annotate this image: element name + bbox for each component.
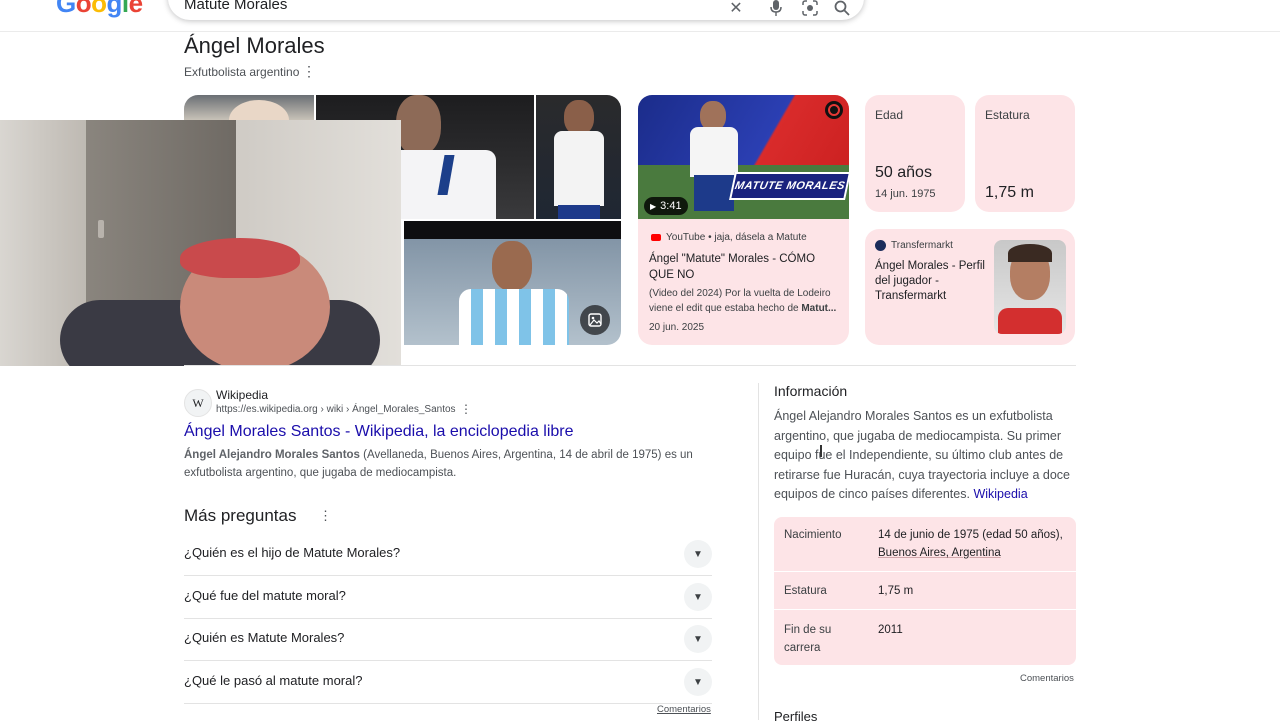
info-value: 14 de junio de 1975 (edad 50 años), <box>878 529 1063 541</box>
info-row-birth: Nacimiento 14 de junio de 1975 (edad 50 … <box>774 517 1076 571</box>
info-feedback-link[interactable]: Comentarios <box>1020 673 1074 684</box>
result-site-name[interactable]: Wikipedia <box>216 388 268 402</box>
google-logo[interactable]: Google <box>56 0 143 19</box>
height-label: Estatura <box>985 108 1030 122</box>
info-heading: Información <box>774 383 848 399</box>
video-title[interactable]: Ángel "Matute" Morales - CÓMO QUE NO <box>649 251 829 283</box>
paa-question-4[interactable]: ¿Qué le pasó al matute moral? ▼ <box>184 661 712 704</box>
image-tile-3[interactable] <box>536 95 621 219</box>
top-bar: Google Matute Morales ✕ <box>0 0 1280 32</box>
chevron-down-icon[interactable]: ▼ <box>684 540 712 568</box>
age-label: Edad <box>875 108 904 122</box>
image-gallery-icon[interactable] <box>580 305 610 335</box>
video-card[interactable]: MATUTE MORALES ▶ 3:41 YouTube • jaja, dás… <box>638 95 849 345</box>
video-duration-badge: ▶ 3:41 <box>644 197 688 215</box>
height-value: 1,75 m <box>985 184 1034 201</box>
entity-subtitle: Exfutbolista argentino <box>184 65 300 79</box>
webcam-overlay <box>0 120 401 366</box>
info-value: 2011 <box>878 624 903 636</box>
section-divider <box>184 365 1076 366</box>
video-snippet: (Video del 2024) Por la vuelta de Lodeir… <box>649 288 837 314</box>
paa-feedback-link[interactable]: Comentarios <box>657 704 711 715</box>
entity-title: Ángel Morales <box>184 33 325 58</box>
age-value: 50 años <box>875 164 932 181</box>
close-icon[interactable]: ✕ <box>726 0 746 18</box>
search-icon[interactable] <box>832 0 852 18</box>
video-source: YouTube • jaja, dásela a Matute <box>666 232 807 243</box>
info-source-link[interactable]: Wikipedia <box>973 487 1027 501</box>
paa-question-1[interactable]: ¿Quién es el hijo de Matute Morales? ▼ <box>184 533 712 576</box>
info-row-height: Estatura 1,75 m <box>774 572 1076 609</box>
image-tile-4[interactable] <box>404 221 621 345</box>
video-overlay-text: MATUTE MORALES <box>733 180 847 192</box>
transfermarkt-source: Transfermarkt <box>891 240 953 251</box>
image-tile-1[interactable] <box>184 95 314 120</box>
more-options-icon[interactable]: ⋮ <box>302 63 316 80</box>
paa-question-text: ¿Qué fue del matute moral? <box>184 588 346 603</box>
paa-heading: Más preguntas <box>184 506 297 525</box>
info-key: Estatura <box>784 585 827 597</box>
chevron-down-icon[interactable]: ▼ <box>684 583 712 611</box>
age-card[interactable]: Edad 50 años 14 jun. 1975 <box>865 95 965 212</box>
paa-question-text: ¿Qué le pasó al matute moral? <box>184 673 363 688</box>
result-url[interactable]: https://es.wikipedia.org › wiki › Ángel_… <box>216 404 456 415</box>
birthplace-link[interactable]: Buenos Aires, Argentina <box>878 544 1001 562</box>
video-thumbnail[interactable]: MATUTE MORALES ▶ 3:41 <box>638 95 849 219</box>
play-icon: ▶ <box>650 201 657 211</box>
paa-question-3[interactable]: ¿Quién es Matute Morales? ▼ <box>184 618 712 661</box>
transfermarkt-card[interactable]: Transfermarkt Ángel Morales - Perfil del… <box>865 229 1075 345</box>
transfermarkt-photo[interactable] <box>994 240 1066 334</box>
youtube-icon <box>651 234 661 241</box>
info-row-career-end: Fin de su carrera 2011 <box>774 610 1076 665</box>
height-card[interactable]: Estatura 1,75 m <box>975 95 1075 212</box>
chevron-down-icon[interactable]: ▼ <box>684 668 712 696</box>
result-snippet: Ángel Alejandro Morales Santos (Avellane… <box>184 449 693 479</box>
transfermarkt-title[interactable]: Ángel Morales - Perfil del jugador - Tra… <box>875 259 990 304</box>
chevron-down-icon[interactable]: ▼ <box>684 625 712 653</box>
info-key: Nacimiento <box>784 529 842 541</box>
info-value: 1,75 m <box>878 585 914 597</box>
paa-question-2[interactable]: ¿Qué fue del matute moral? ▼ <box>184 576 712 619</box>
text-cursor <box>820 445 822 457</box>
paa-more-icon[interactable]: ⋮ <box>319 508 332 524</box>
result-title-link[interactable]: Ángel Morales Santos - Wikipedia, la enc… <box>184 423 574 441</box>
info-key: Fin de su carrera <box>784 624 832 654</box>
search-box[interactable]: Matute Morales ✕ <box>168 0 864 20</box>
transfermarkt-icon <box>875 240 886 251</box>
result-more-icon[interactable]: ⋮ <box>460 402 472 416</box>
wikipedia-favicon[interactable]: W <box>184 389 212 417</box>
profiles-heading: Perfiles <box>774 709 818 724</box>
video-date: 20 jun. 2025 <box>649 322 705 333</box>
search-input[interactable]: Matute Morales <box>184 0 287 13</box>
lens-icon[interactable] <box>800 0 820 18</box>
paa-question-text: ¿Quién es el hijo de Matute Morales? <box>184 545 401 560</box>
channel-badge-icon <box>825 101 843 119</box>
microphone-icon[interactable] <box>766 0 786 18</box>
birth-date: 14 jun. 1975 <box>875 188 936 200</box>
paa-question-text: ¿Quién es Matute Morales? <box>184 630 345 645</box>
column-divider <box>758 383 759 720</box>
